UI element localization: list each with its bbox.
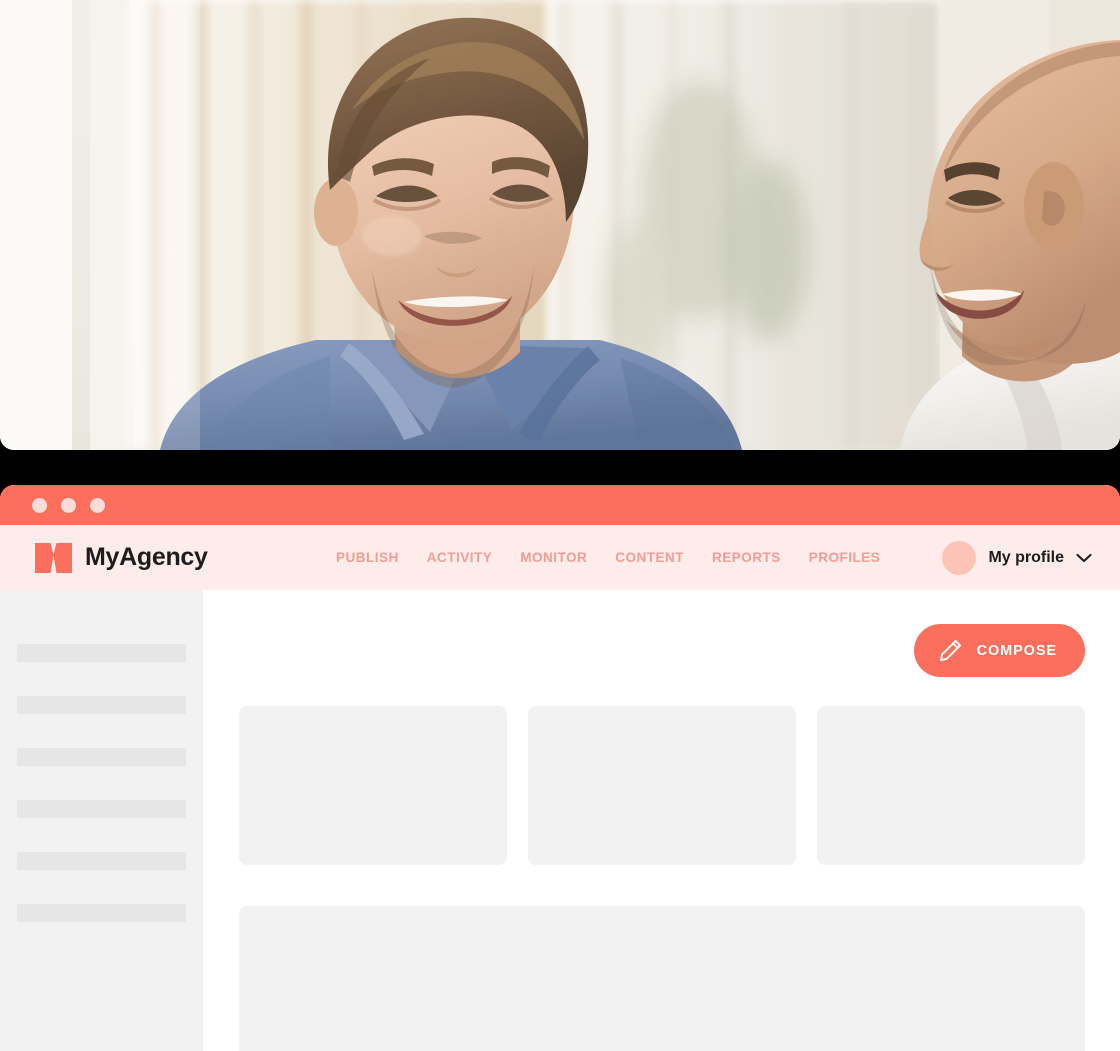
hero-photo-illustration [0, 0, 1120, 450]
nav-link-reports[interactable]: REPORTS [712, 550, 781, 565]
sidebar-skeleton-4 [17, 800, 186, 818]
maximize-dot-icon[interactable] [90, 497, 105, 513]
sidebar-skeleton-2 [17, 696, 186, 714]
pencil-icon [939, 639, 961, 662]
minimize-dot-icon[interactable] [61, 497, 76, 513]
nav-link-content[interactable]: CONTENT [615, 550, 684, 565]
nav-link-publish[interactable]: PUBLISH [336, 550, 399, 565]
sidebar-skeleton-6 [17, 904, 186, 922]
sidebar [0, 590, 203, 1051]
myagency-logo-mark-icon [35, 542, 72, 573]
main-toolbar: COMPOSE [239, 590, 1085, 677]
main-content: COMPOSE [203, 590, 1120, 1051]
content-card-row [239, 706, 1085, 865]
compose-button-label: COMPOSE [976, 642, 1057, 659]
content-card-1[interactable] [239, 706, 507, 865]
close-dot-icon[interactable] [32, 497, 47, 513]
nav-link-profiles[interactable]: PROFILES [809, 550, 881, 565]
app-body: COMPOSE [0, 590, 1120, 1051]
content-card-wide[interactable] [239, 906, 1085, 1051]
brand-logo[interactable]: MyAgency [35, 542, 208, 573]
content-card-3[interactable] [817, 706, 1085, 865]
nav-link-activity[interactable]: ACTIVITY [427, 550, 493, 565]
nav-link-monitor[interactable]: MONITOR [520, 550, 587, 565]
sidebar-skeleton-1 [17, 644, 186, 662]
app-navbar: MyAgency PUBLISH ACTIVITY MONITOR CONTEN… [0, 525, 1120, 590]
hero-photo [0, 0, 1120, 450]
app-window: MyAgency PUBLISH ACTIVITY MONITOR CONTEN… [0, 485, 1120, 1051]
profile-label: My profile [988, 548, 1064, 566]
page-root: MyAgency PUBLISH ACTIVITY MONITOR CONTEN… [0, 0, 1120, 1051]
compose-button[interactable]: COMPOSE [913, 624, 1085, 677]
sidebar-skeleton-5 [17, 852, 186, 870]
window-titlebar [0, 485, 1120, 525]
profile-menu[interactable]: My profile [942, 540, 1092, 575]
sidebar-skeleton-3 [17, 748, 186, 766]
nav-links: PUBLISH ACTIVITY MONITOR CONTENT REPORTS… [336, 550, 880, 565]
avatar [942, 540, 977, 575]
content-card-2[interactable] [528, 706, 796, 865]
brand-name: MyAgency [85, 543, 208, 571]
chevron-down-icon [1076, 553, 1092, 562]
